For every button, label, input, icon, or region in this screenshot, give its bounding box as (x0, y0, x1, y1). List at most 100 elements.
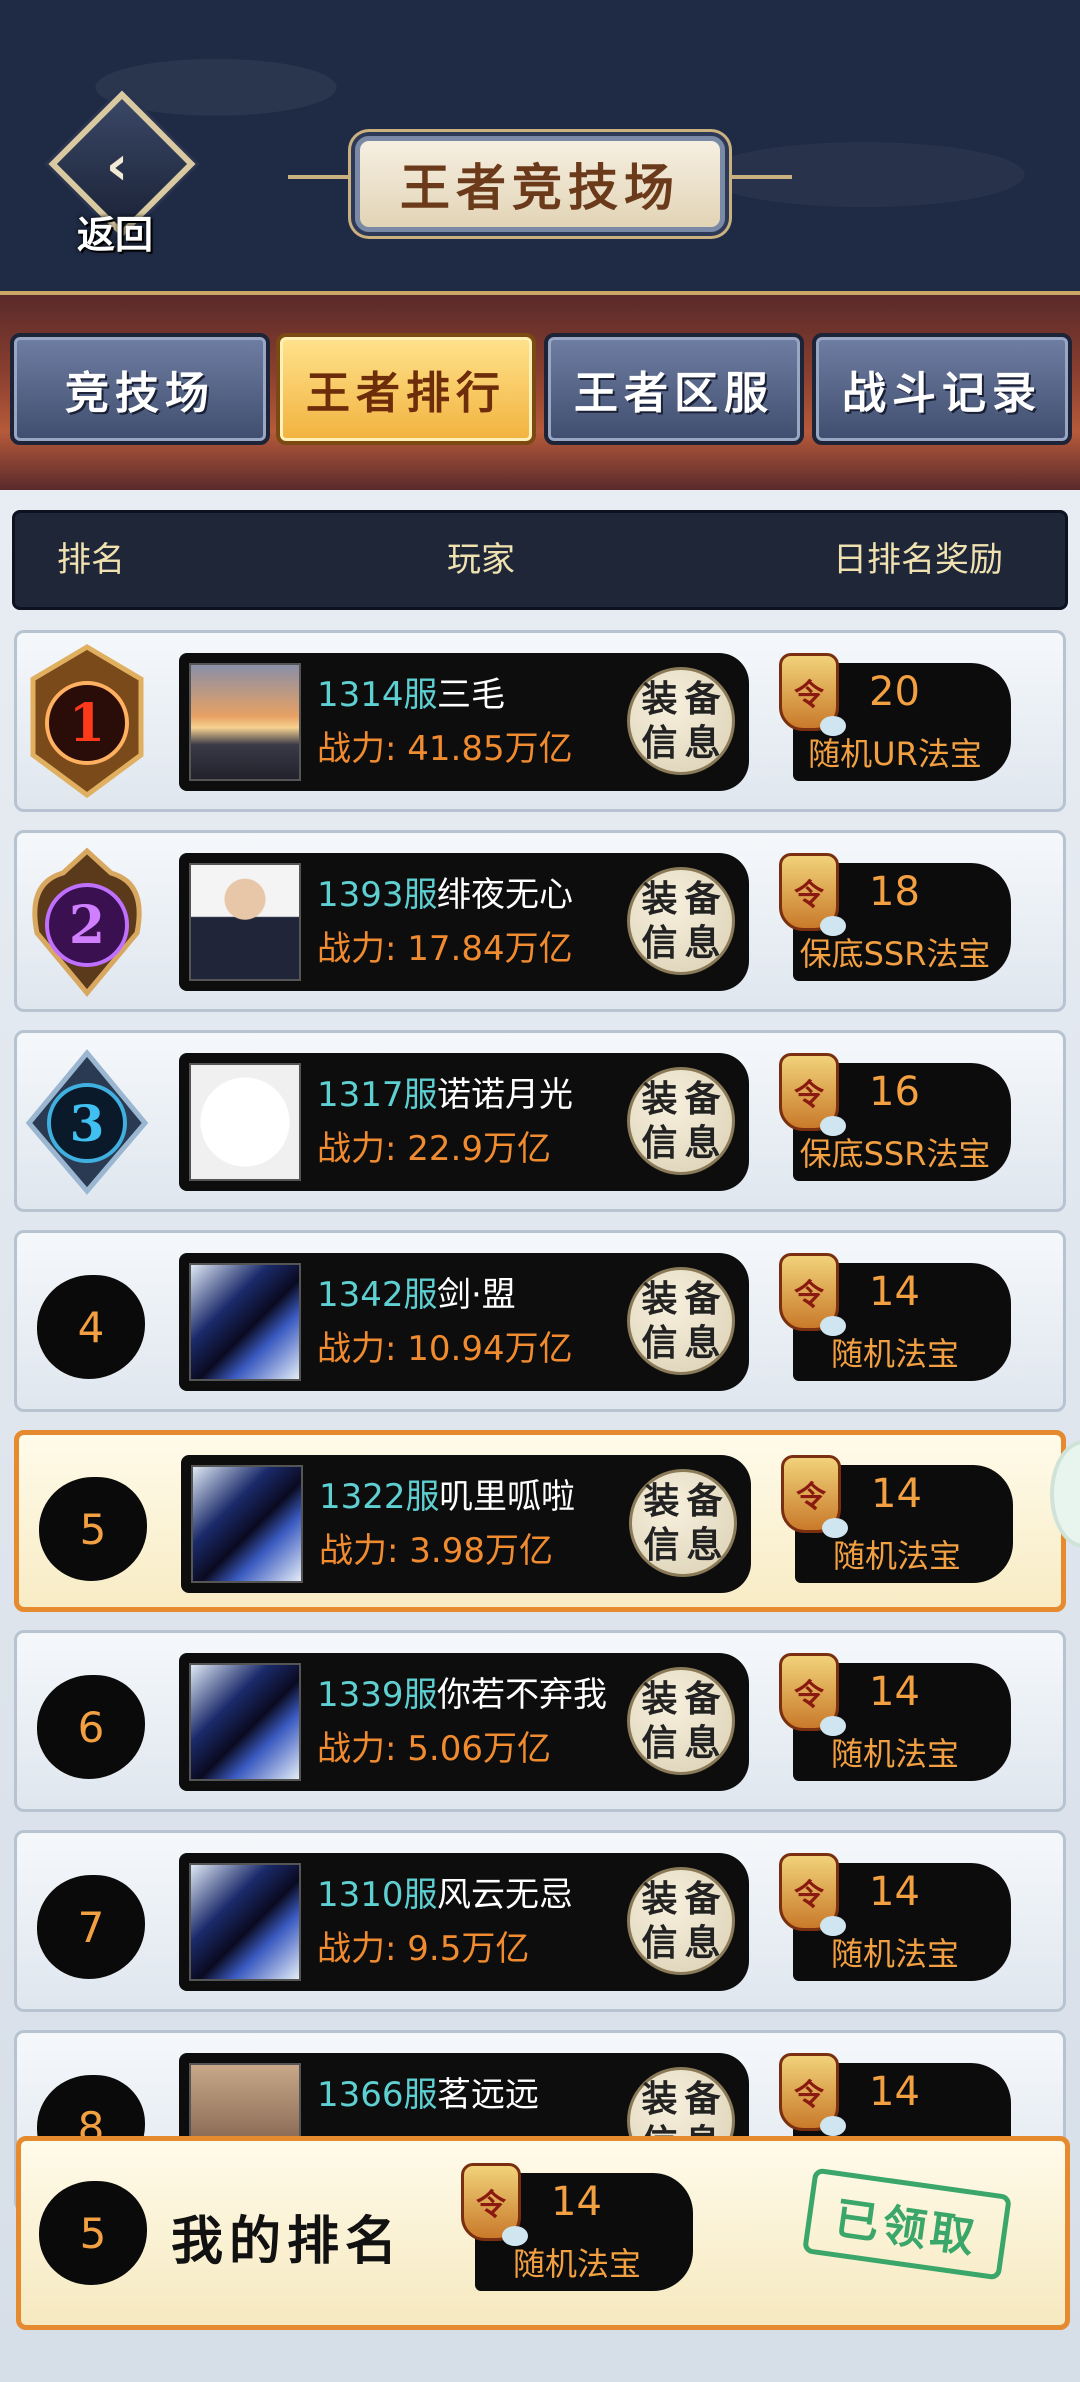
player-server: 1366服 (317, 2075, 438, 2115)
player-card[interactable]: 1322服 叽里呱啦 战力: 3.98万亿 装备信息 (181, 1455, 751, 1593)
player-avatar (189, 863, 301, 981)
equip-char: 装 (643, 1480, 680, 1522)
player-card[interactable]: 1310服 风云无忌 战力: 9.5万亿 装备信息 (179, 1853, 749, 1991)
equipment-info-button[interactable]: 装备信息 (627, 1667, 735, 1775)
my-daily-reward: 令 14 随机法宝 (461, 2163, 693, 2301)
equipment-info-button[interactable]: 装备信息 (627, 667, 735, 775)
player-power: 战力: 9.5万亿 (317, 1929, 530, 1969)
reward-name: 随机法宝 (830, 1735, 959, 1773)
player-server: 1314服 (317, 675, 438, 715)
player-power: 战力: 22.9万亿 (317, 1129, 551, 1169)
rank-3-badge-icon: 3 (23, 1043, 151, 1199)
player-name: 茗远远 (437, 2075, 539, 2115)
back-label: 返回 (76, 212, 153, 257)
daily-reward: 令 14 随机法宝 (781, 1455, 1013, 1593)
equip-char: 信 (641, 1722, 678, 1764)
equip-char: 信 (641, 1122, 678, 1164)
token-icon: 令 (779, 853, 846, 936)
reward-name: 保底SSR法宝 (799, 1135, 991, 1173)
player-card[interactable]: 1339服 你若不弃我 战力: 5.06万亿 装备信息 (179, 1653, 749, 1791)
back-button[interactable]: ‹ 返回 (40, 90, 196, 262)
player-name: 三毛 (437, 675, 505, 715)
player-power: 战力: 3.98万亿 (319, 1531, 553, 1571)
equip-char: 备 (684, 878, 721, 920)
equip-char: 信 (641, 722, 678, 764)
column-reward: 日排名奖励 (833, 540, 1003, 580)
reward-count: 14 (869, 1869, 920, 1915)
player-card[interactable]: 1393服 绯夜无心 战力: 17.84万亿 装备信息 (179, 853, 749, 991)
daily-reward: 令 14 随机法宝 (779, 1853, 1011, 1991)
my-rank-number: 5 (39, 2181, 147, 2285)
reward-count: 14 (869, 2069, 920, 2115)
equip-char: 备 (686, 1480, 723, 1522)
reward-name: 随机法宝 (830, 1935, 959, 1973)
player-power: 战力: 5.06万亿 (317, 1729, 551, 1769)
equipment-info-button[interactable]: 装备信息 (629, 1469, 737, 1577)
ranking-row[interactable]: 4 1342服 剑·盟 战力: 10.94万亿 装备信息 令 14 随机法宝 (14, 1230, 1066, 1412)
player-card[interactable]: 1317服 诺诺月光 战力: 22.9万亿 装备信息 (179, 1053, 749, 1191)
equip-char: 备 (684, 1278, 721, 1320)
page-title: 王者竞技场 (400, 158, 680, 217)
ranking-row[interactable]: 7 1310服 风云无忌 战力: 9.5万亿 装备信息 令 14 随机法宝 (14, 1830, 1066, 2012)
player-server: 1317服 (317, 1075, 438, 1115)
equip-char: 装 (641, 2078, 678, 2120)
reward-count: 14 (871, 1471, 922, 1517)
player-name: 风云无忌 (437, 1875, 573, 1915)
daily-reward: 令 14 随机法宝 (779, 1253, 1011, 1391)
player-card[interactable]: 1314服 三毛 战力: 41.85万亿 装备信息 (179, 653, 749, 791)
player-name: 叽里呱啦 (439, 1477, 575, 1517)
player-avatar (189, 1663, 301, 1781)
ranking-row[interactable]: 1 1314服 三毛 战力: 41.85万亿 装备信息 令 20 随机UR法宝 (14, 630, 1066, 812)
ranking-panel: 排名 玩家 日排名奖励 1 1314服 三毛 战力: 41.85万亿 装备信息 (0, 490, 1080, 2382)
equip-char: 信 (641, 1922, 678, 1964)
my-rank-label: 我的排名 (171, 2211, 404, 2272)
equip-char: 息 (684, 722, 721, 764)
equipment-info-button[interactable]: 装备信息 (627, 1867, 735, 1975)
tab-label: 战斗记录 (842, 368, 1042, 419)
equip-char: 备 (684, 1878, 721, 1920)
ranking-row-current-player[interactable]: 5 1322服 叽里呱啦 战力: 3.98万亿 装备信息 令 14 随机法宝 (14, 1430, 1066, 1612)
equip-char: 息 (686, 1524, 723, 1566)
page-title-plate: 王者竞技场 (288, 136, 792, 232)
equip-char: 备 (684, 678, 721, 720)
ranking-row[interactable]: 2 1393服 绯夜无心 战力: 17.84万亿 装备信息 令 18 保底SSR… (14, 830, 1066, 1012)
player-card[interactable]: 1342服 剑·盟 战力: 10.94万亿 装备信息 (179, 1253, 749, 1391)
equip-char: 备 (684, 1678, 721, 1720)
reward-count: 14 (869, 1269, 920, 1315)
tab-bar: 竞技场 王者排行 王者区服 战斗记录 (0, 295, 1080, 490)
claimed-stamp: 已领取 (801, 2167, 1013, 2281)
equip-char: 息 (684, 1922, 721, 1964)
token-icon: 令 (779, 2053, 846, 2136)
player-avatar (189, 663, 301, 781)
tab-arena[interactable]: 竞技场 (10, 333, 270, 445)
player-server: 1393服 (317, 875, 438, 915)
equip-char: 信 (641, 922, 678, 964)
tab-label: 竞技场 (65, 368, 215, 419)
tab-king-ranking[interactable]: 王者排行 (276, 333, 536, 445)
token-icon: 令 (779, 1653, 846, 1736)
equip-char: 息 (684, 1722, 721, 1764)
ranking-row[interactable]: 6 1339服 你若不弃我 战力: 5.06万亿 装备信息 令 14 随机法宝 (14, 1630, 1066, 1812)
equip-char: 装 (641, 1678, 678, 1720)
rank-number: 4 (37, 1275, 145, 1379)
reward-count: 18 (869, 869, 920, 915)
ranking-list[interactable]: 1 1314服 三毛 战力: 41.85万亿 装备信息 令 20 随机UR法宝 (0, 630, 1080, 2310)
player-server: 1342服 (317, 1275, 438, 1315)
equip-char: 装 (641, 878, 678, 920)
tab-battle-records[interactable]: 战斗记录 (812, 333, 1072, 445)
player-power: 战力: 17.84万亿 (317, 929, 573, 969)
equip-char: 备 (684, 2078, 721, 2120)
equipment-info-button[interactable]: 装备信息 (627, 1067, 735, 1175)
daily-reward: 令 14 随机法宝 (779, 1653, 1011, 1791)
ranking-row[interactable]: 3 1317服 诺诺月光 战力: 22.9万亿 装备信息 令 16 保底SSR法… (14, 1030, 1066, 1212)
equipment-info-button[interactable]: 装备信息 (627, 1267, 735, 1375)
rank-number: 3 (70, 1094, 105, 1153)
player-server: 1322服 (319, 1477, 440, 1517)
equipment-info-button[interactable]: 装备信息 (627, 867, 735, 975)
reward-name: 随机UR法宝 (808, 735, 982, 773)
player-name: 绯夜无心 (437, 875, 573, 915)
back-arrow-icon: ‹ (105, 134, 129, 197)
reward-count: 14 (869, 1669, 920, 1715)
tab-king-servers[interactable]: 王者区服 (544, 333, 804, 445)
column-rank: 排名 (57, 540, 125, 580)
